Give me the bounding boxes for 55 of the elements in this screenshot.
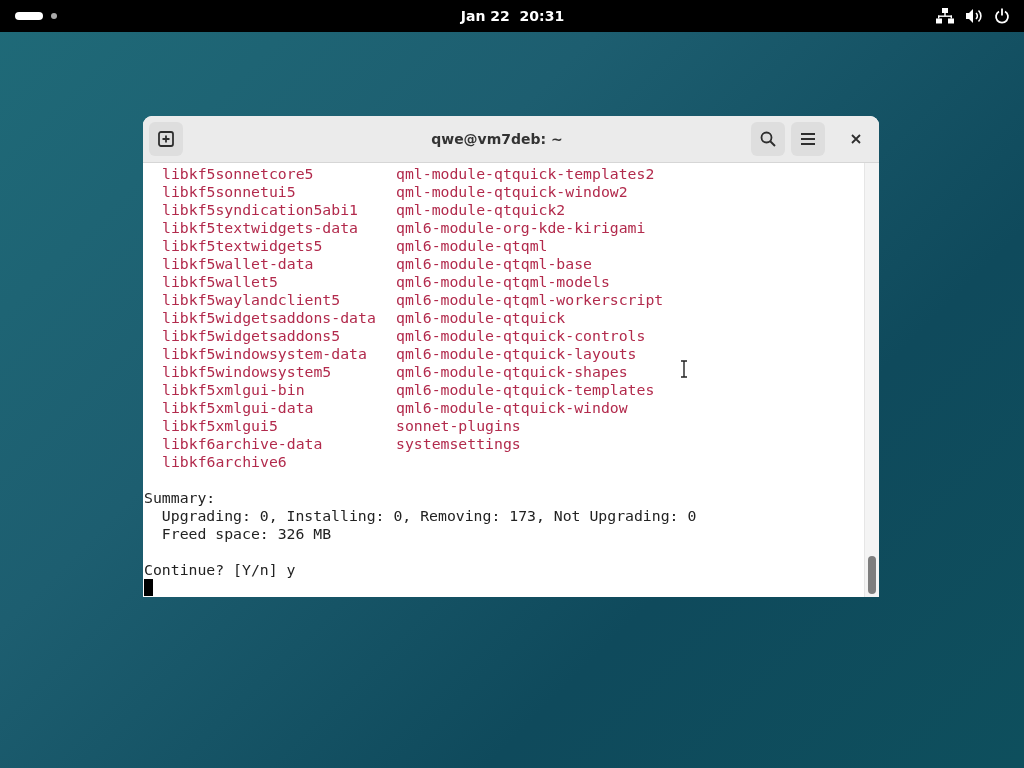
workspace-dot-icon[interactable] <box>51 13 57 19</box>
package-name: libkf5sonnetui5 <box>162 183 297 201</box>
package-name: qml6-module-qtquick-controls <box>396 327 646 345</box>
text-cursor-icon <box>144 579 153 596</box>
package-name: libkf5xmlgui-bin <box>162 381 306 399</box>
workspace-indicator-icon[interactable] <box>15 12 43 20</box>
package-name: libkf5xmlgui5 <box>162 417 279 435</box>
search-icon <box>760 131 776 147</box>
package-name: libkf5textwidgets-data <box>162 219 359 237</box>
scrollbar[interactable] <box>864 163 879 597</box>
scrollbar-thumb[interactable] <box>868 556 876 594</box>
package-name: qml6-module-qtquick-layouts <box>396 345 637 363</box>
package-name: qml6-module-qtqml <box>396 237 548 255</box>
package-name: libkf5wallet-data <box>162 255 315 273</box>
package-name: qml6-module-qtqml-models <box>396 273 610 291</box>
package-name: libkf5windowsystem5 <box>162 363 333 381</box>
package-name: libkf5sonnetcore5 <box>162 165 315 183</box>
clock[interactable]: Jan 22 20:31 <box>460 8 565 24</box>
window-title: qwe@vm7deb: ~ <box>430 131 564 147</box>
package-name: qml-module-qtquick2 <box>396 201 566 219</box>
new-tab-button[interactable] <box>149 122 183 156</box>
summary-line: Summary: <box>144 489 217 507</box>
package-name: libkf6archive-data <box>162 435 324 453</box>
package-name: libkf5waylandclient5 <box>162 291 342 309</box>
package-name: qml6-module-qtquick <box>396 309 566 327</box>
package-name: libkf5textwidgets5 <box>162 237 324 255</box>
ibeam-pointer-icon <box>680 360 688 378</box>
plus-box-icon <box>158 131 174 147</box>
package-name: libkf5xmlgui-data <box>162 399 315 417</box>
volume-icon[interactable] <box>965 8 983 24</box>
package-name: libkf5windowsystem-data <box>162 345 368 363</box>
power-icon[interactable] <box>994 8 1010 24</box>
menu-button[interactable] <box>791 122 825 156</box>
package-name: libkf5syndication5abi1 <box>162 201 359 219</box>
menu-icon <box>800 132 816 146</box>
package-name: qml-module-qtquick-window2 <box>396 183 628 201</box>
summary-line: Freed space: 326 MB <box>160 525 333 543</box>
package-name: libkf5widgetsaddons-data <box>162 309 377 327</box>
prompt-line: Continue? [Y/n] y <box>144 561 297 579</box>
package-name: qml6-module-qtqml-workerscript <box>396 291 664 309</box>
package-name: libkf6archive6 <box>162 453 288 471</box>
package-name: qml6-module-qtquick-window <box>396 399 628 417</box>
package-name: sonnet-plugins <box>396 417 521 435</box>
package-name: qml6-module-org-kde-kirigami <box>396 219 646 237</box>
package-name: qml6-module-qtquick-templates <box>396 381 655 399</box>
summary-line: Upgrading: 0, Installing: 0, Removing: 173, Not Upgrading: 0 <box>160 507 698 525</box>
search-button[interactable] <box>751 122 785 156</box>
package-name: systemsettings <box>396 435 521 453</box>
package-name: qml6-module-qtqml-base <box>396 255 592 273</box>
package-name: libkf5wallet5 <box>162 273 279 291</box>
close-icon <box>851 134 861 144</box>
package-name: libkf5widgetsaddons5 <box>162 327 342 345</box>
package-name: qml-module-qtquick-templates2 <box>396 165 655 183</box>
network-icon[interactable] <box>936 8 954 24</box>
package-name: qml6-module-qtquick-shapes <box>396 363 628 381</box>
